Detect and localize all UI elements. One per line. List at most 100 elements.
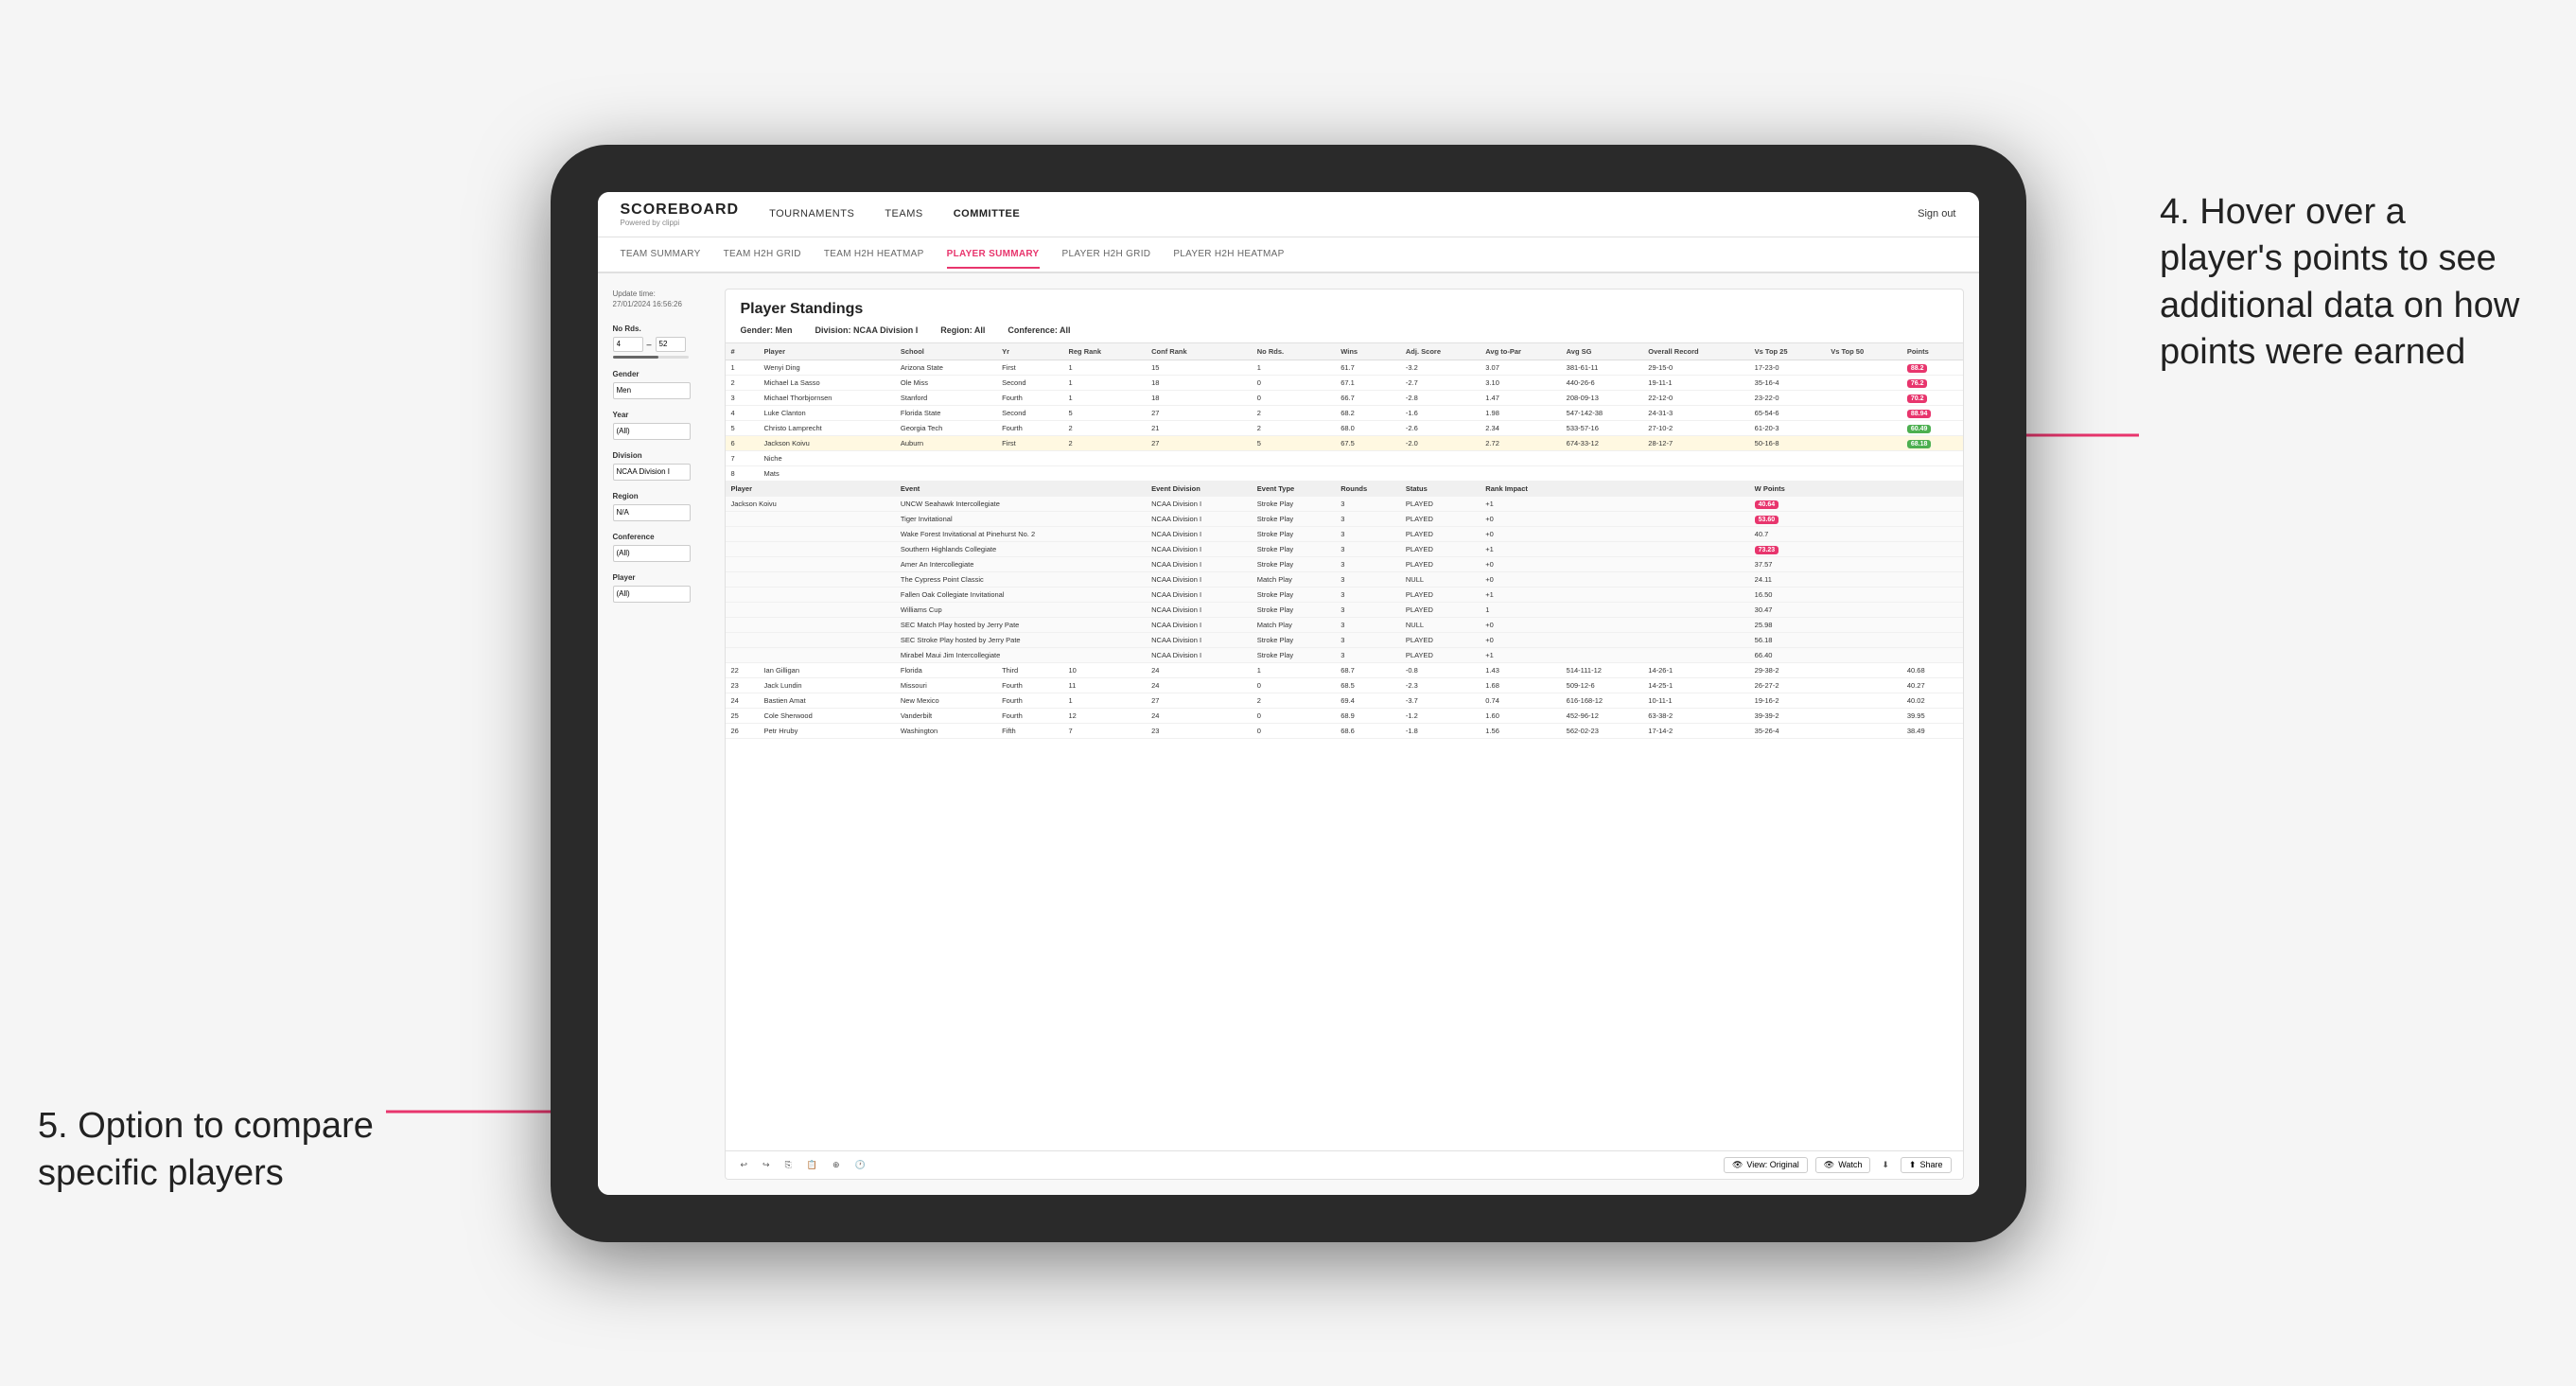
col-overall: Overall Record xyxy=(1642,343,1748,360)
col-vs-top50: Vs Top 50 xyxy=(1825,343,1901,360)
year-select[interactable]: (All) xyxy=(613,423,691,440)
popup-row: Tiger Invitational NCAA Division I Strok… xyxy=(726,511,1963,526)
table-row: 22 Ian Gilligan Florida Third 10 24 1 68… xyxy=(726,662,1963,677)
logo-sub: Powered by clippi xyxy=(621,219,740,227)
nav-committee[interactable]: COMMITTEE xyxy=(954,204,1021,223)
bottom-toolbar: ↩ ↪ ⎘ 📋 ⊕ 🕐 👁 View: Original 👁 xyxy=(726,1150,1963,1179)
popup-row: Jackson Koivu UNCW Seahawk Intercollegia… xyxy=(726,496,1963,511)
col-reg-rank: Reg Rank xyxy=(1062,343,1146,360)
undo-button[interactable]: ↩ xyxy=(737,1158,752,1172)
filter-division-display: Division: NCAA Division I xyxy=(815,325,919,335)
table-row: 2 Michael La Sasso Ole Miss Second 1 18 … xyxy=(726,375,1963,390)
table-area: Player Standings Gender: Men Division: N… xyxy=(725,289,1964,1180)
tablet-screen: SCOREBOARD Powered by clippi TOURNAMENTS… xyxy=(598,192,1979,1195)
nav-teams[interactable]: TEAMS xyxy=(885,204,922,223)
sign-out-link[interactable]: Sign out xyxy=(1918,208,1955,219)
annotation-right: 4. Hover over a player's points to see a… xyxy=(2160,189,2538,377)
col-school: School xyxy=(895,343,996,360)
col-points: Points xyxy=(1901,343,1963,360)
player-select[interactable]: (All) xyxy=(613,586,691,603)
col-adj-score: Adj. Score xyxy=(1400,343,1480,360)
filter-conference-display: Conference: All xyxy=(1008,325,1070,335)
subnav-player-summary[interactable]: PLAYER SUMMARY xyxy=(947,241,1040,269)
filter-slider-fill xyxy=(613,356,658,359)
region-select[interactable]: N/A xyxy=(613,504,691,521)
subnav-player-h2h-grid[interactable]: PLAYER H2H GRID xyxy=(1062,241,1151,269)
popup-row: Amer An Intercollegiate NCAA Division I … xyxy=(726,556,1963,571)
table-row: 8 Mats xyxy=(726,465,1963,481)
filter-player-group: Player (All) xyxy=(613,573,717,603)
update-time: Update time: 27/01/2024 16:56:26 xyxy=(613,289,717,309)
page-wrapper: 5. Option to compare specific players 4.… xyxy=(0,0,2576,1386)
share-icon: ⬆ xyxy=(1909,1160,1917,1170)
subnav-player-h2h-heatmap[interactable]: PLAYER H2H HEATMAP xyxy=(1173,241,1284,269)
col-avg-sg: Avg SG xyxy=(1561,343,1643,360)
main-content: Update time: 27/01/2024 16:56:26 No Rds.… xyxy=(598,273,1979,1195)
table-row: 25 Cole Sherwood Vanderbilt Fourth 12 24… xyxy=(726,708,1963,723)
filter-gender-display: Gender: Men xyxy=(741,325,793,335)
watch-button[interactable]: 👁 Watch xyxy=(1815,1157,1871,1173)
filter-no-rds: No Rds. – xyxy=(613,325,717,359)
sub-nav: TEAM SUMMARY TEAM H2H GRID TEAM H2H HEAT… xyxy=(598,237,1979,273)
division-select[interactable]: NCAA Division I xyxy=(613,464,691,481)
table-row: 3 Michael Thorbjornsen Stanford Fourth 1… xyxy=(726,390,1963,405)
nav-items: TOURNAMENTS TEAMS COMMITTEE xyxy=(769,204,1918,223)
table-scroll: # Player School Yr Reg Rank Conf Rank No… xyxy=(726,343,1963,1150)
download-button[interactable]: ⬇ xyxy=(1878,1158,1893,1172)
popup-row: The Cypress Point Classic NCAA Division … xyxy=(726,571,1963,587)
table-row: 24 Bastien Amat New Mexico Fourth 1 27 2… xyxy=(726,693,1963,708)
popup-row: SEC Stroke Play hosted by Jerry Pate NCA… xyxy=(726,632,1963,647)
subnav-team-summary[interactable]: TEAM SUMMARY xyxy=(621,241,701,269)
settings-button[interactable]: ⊕ xyxy=(829,1158,844,1172)
table-header-row: # Player School Yr Reg Rank Conf Rank No… xyxy=(726,343,1963,360)
filter-conference-group: Conference (All) xyxy=(613,533,717,562)
tablet-frame: SCOREBOARD Powered by clippi TOURNAMENTS… xyxy=(551,145,2026,1242)
popup-row: Wake Forest Invitational at Pinehurst No… xyxy=(726,526,1963,541)
logo-area: SCOREBOARD Powered by clippi xyxy=(621,202,740,227)
annotation-left: 5. Option to compare specific players xyxy=(38,1103,397,1197)
popup-row: Mirabel Maui Jim Intercollegiate NCAA Di… xyxy=(726,647,1963,662)
col-avg-to-par: Avg to-Par xyxy=(1480,343,1560,360)
no-rds-max-input[interactable] xyxy=(656,337,686,352)
paste-button[interactable]: 📋 xyxy=(803,1158,821,1172)
table-row: 7 Niche xyxy=(726,450,1963,465)
table-row: 1 Wenyi Ding Arizona State First 1 15 1 … xyxy=(726,360,1963,375)
logo-text: SCOREBOARD xyxy=(621,202,740,219)
standings-table: # Player School Yr Reg Rank Conf Rank No… xyxy=(726,343,1963,739)
share-button[interactable]: ⬆ Share xyxy=(1901,1157,1952,1173)
gender-select[interactable]: Men xyxy=(613,382,691,399)
subnav-team-h2h-grid[interactable]: TEAM H2H GRID xyxy=(724,241,801,269)
top-nav: SCOREBOARD Powered by clippi TOURNAMENTS… xyxy=(598,192,1979,237)
table-row: 5 Christo Lamprecht Georgia Tech Fourth … xyxy=(726,420,1963,435)
table-title: Player Standings xyxy=(741,301,1948,318)
filter-no-rds-slider[interactable] xyxy=(613,356,689,359)
clock-button[interactable]: 🕐 xyxy=(851,1158,869,1172)
subnav-team-h2h-heatmap[interactable]: TEAM H2H HEATMAP xyxy=(824,241,924,269)
copy-button[interactable]: ⎘ xyxy=(781,1158,796,1172)
popup-row: Fallen Oak Collegiate Invitational NCAA … xyxy=(726,587,1963,602)
table-row: 23 Jack Lundin Missouri Fourth 11 24 0 6… xyxy=(726,677,1963,693)
col-wins: Wins xyxy=(1335,343,1400,360)
filter-row: Gender: Men Division: NCAA Division I Re… xyxy=(741,325,1948,335)
filter-gender-group: Gender Men xyxy=(613,370,717,399)
col-num: # xyxy=(726,343,759,360)
redo-button[interactable]: ↪ xyxy=(759,1158,774,1172)
nav-tournaments[interactable]: TOURNAMENTS xyxy=(769,204,854,223)
filter-no-rds-range: – xyxy=(613,337,717,352)
filter-region-group: Region N/A xyxy=(613,492,717,521)
filter-year-group: Year (All) xyxy=(613,411,717,440)
col-vs-top25: Vs Top 25 xyxy=(1749,343,1826,360)
conference-select[interactable]: (All) xyxy=(613,545,691,562)
popup-row: SEC Match Play hosted by Jerry Pate NCAA… xyxy=(726,617,1963,632)
col-conf-rank: Conf Rank xyxy=(1146,343,1252,360)
table-row: 26 Petr Hruby Washington Fifth 7 23 0 68… xyxy=(726,723,1963,738)
filters-panel: Update time: 27/01/2024 16:56:26 No Rds.… xyxy=(613,289,717,1180)
no-rds-min-input[interactable] xyxy=(613,337,643,352)
view-icon: 👁 xyxy=(1732,1160,1743,1170)
watch-icon: 👁 xyxy=(1824,1160,1834,1170)
popup-header-row: Player Event Event Division Event Type R… xyxy=(726,481,1963,496)
table-row-highlighted: 6 Jackson Koivu Auburn First 2 27 5 67.5… xyxy=(726,435,1963,450)
view-original-button[interactable]: 👁 View: Original xyxy=(1724,1157,1808,1173)
filter-division-group: Division NCAA Division I xyxy=(613,451,717,481)
popup-row: Williams Cup NCAA Division I Stroke Play… xyxy=(726,602,1963,617)
